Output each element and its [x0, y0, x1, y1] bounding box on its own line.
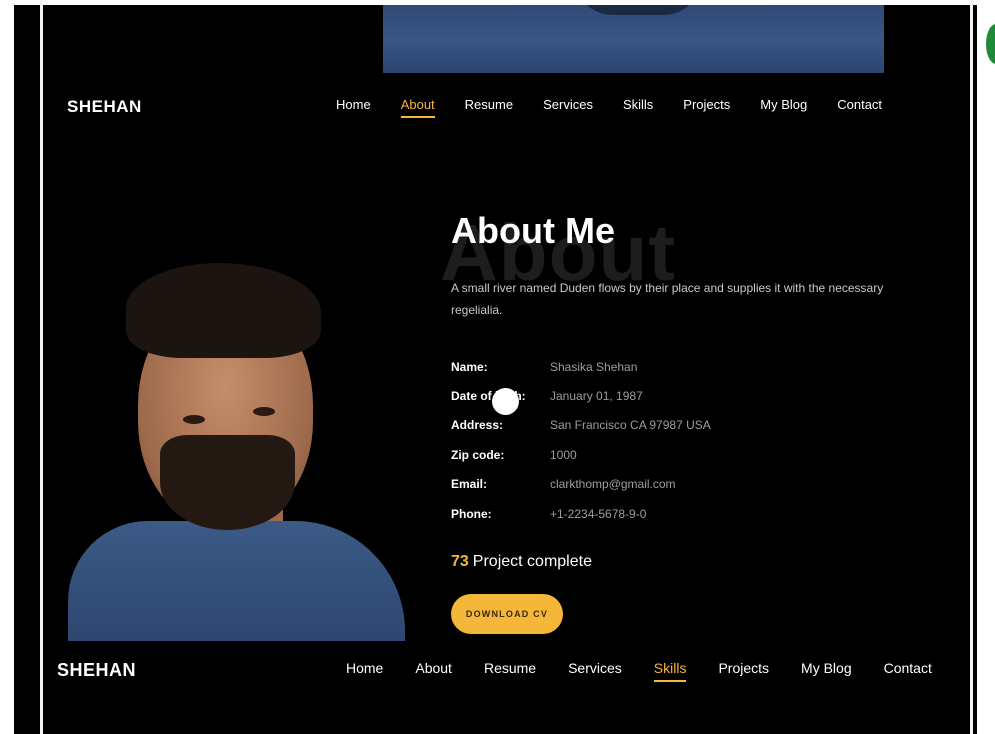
projects-count: 73	[451, 553, 469, 570]
nav-blog[interactable]: My Blog	[801, 660, 852, 676]
frame-divider-left	[40, 0, 43, 734]
nav-services[interactable]: Services	[543, 97, 593, 112]
nav-projects[interactable]: Projects	[718, 660, 769, 676]
info-value: San Francisco CA 97987 USA	[550, 418, 711, 433]
window-left-edge	[0, 0, 14, 734]
nav-home[interactable]: Home	[346, 660, 383, 676]
info-row: Email: clarkthomp@gmail.com	[451, 470, 711, 499]
info-value: January 01, 1987	[550, 389, 643, 404]
hero-photo-bottom	[383, 5, 884, 73]
nav-about[interactable]: About	[415, 660, 452, 676]
info-label: Address:	[451, 418, 504, 433]
photo-hair	[126, 263, 321, 358]
brand-logo-sticky[interactable]: SHEHAN	[57, 660, 136, 681]
photo-shirt	[68, 521, 405, 641]
nav-skills[interactable]: Skills	[623, 97, 653, 112]
window-right-edge	[977, 0, 995, 734]
info-row: Address: San Francisco CA 97987 USA	[451, 411, 711, 440]
sticky-navigation: Home About Resume Services Skills Projec…	[346, 660, 964, 682]
nav-skills[interactable]: Skills	[653, 660, 686, 682]
download-cv-button[interactable]: DOWNLOAD CV	[451, 594, 563, 634]
nav-projects[interactable]: Projects	[683, 97, 730, 112]
nav-resume[interactable]: Resume	[484, 660, 536, 676]
info-row: Date of birth: January 01, 1987	[451, 381, 711, 410]
info-value: 1000	[550, 447, 577, 462]
section-description: A small river named Duden flows by their…	[451, 281, 884, 317]
info-row: Name: Shasika Shehan	[451, 352, 711, 381]
nav-services[interactable]: Services	[568, 660, 622, 676]
photo-eye-left	[183, 415, 205, 424]
info-value: Shasika Shehan	[550, 359, 638, 374]
nav-blog[interactable]: My Blog	[760, 97, 807, 112]
nav-contact[interactable]: Contact	[884, 660, 932, 676]
nav-resume[interactable]: Resume	[465, 97, 513, 112]
info-row: Zip code: 1000	[451, 440, 711, 469]
info-value[interactable]: clarkthomp@gmail.com	[550, 477, 676, 491]
nav-home[interactable]: Home	[336, 97, 371, 112]
projects-complete: 73 Project complete	[451, 553, 592, 571]
frame-divider-right	[970, 0, 973, 734]
nav-contact[interactable]: Contact	[837, 97, 882, 112]
info-label: Name:	[451, 359, 488, 374]
profile-photo	[68, 255, 405, 641]
top-navigation: Home About Resume Services Skills Projec…	[336, 97, 912, 118]
section-title: About Me	[451, 210, 615, 251]
info-value[interactable]: +1-2234-5678-9-0	[550, 507, 646, 521]
portfolio-page: SHEHAN Home About Resume Services Skills…	[44, 5, 970, 734]
info-row: Phone: +1-2234-5678-9-0	[451, 499, 711, 528]
photo-eye-right	[253, 407, 275, 416]
info-label: Phone:	[451, 506, 492, 521]
cursor-indicator	[492, 388, 519, 415]
photo-beard	[160, 435, 295, 530]
nav-about[interactable]: About	[400, 97, 435, 118]
projects-label: Project complete	[472, 553, 592, 570]
info-label: Zip code:	[451, 447, 505, 462]
personal-info-list: Name: Shasika Shehan Date of birth: Janu…	[451, 352, 711, 528]
info-label: Email:	[451, 477, 488, 492]
brand-logo[interactable]: SHEHAN	[67, 97, 142, 117]
